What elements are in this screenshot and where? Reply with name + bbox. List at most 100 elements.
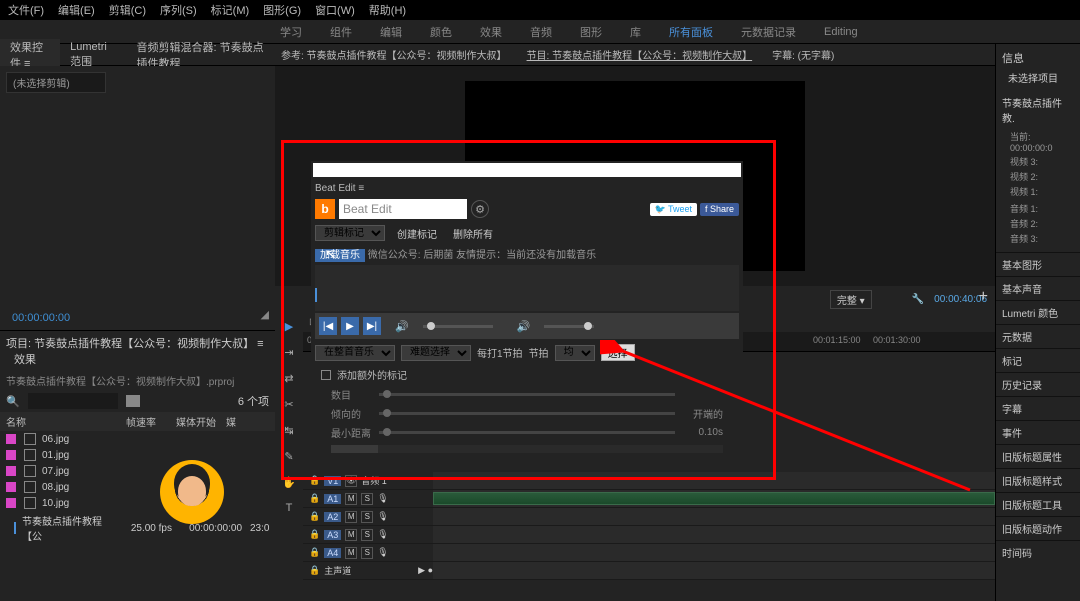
list-item[interactable]: 01.jpg (0, 447, 275, 463)
volume-icon[interactable]: 🔊 (395, 320, 409, 333)
track-master[interactable]: 🔒主声道▶ ● (303, 562, 995, 580)
load-music-button[interactable]: 加载音乐 (315, 249, 365, 262)
volume-slider[interactable] (423, 325, 493, 328)
volume-slider-2[interactable] (544, 325, 594, 328)
project-panel-tabs: 项目: 节奏鼓点插件教程【公众号：视频制作大叔】 ≡ 效果 (0, 330, 275, 371)
preview-bar (331, 445, 723, 453)
menu-graphics[interactable]: 图形(G) (263, 2, 301, 18)
mode-dropdown[interactable]: 均匀 (555, 345, 595, 361)
menu-window[interactable]: 窗口(W) (315, 2, 355, 18)
track-a3[interactable]: 🔒A3MS🎙 (303, 526, 995, 544)
ws-editing[interactable]: 编辑 (380, 24, 402, 40)
menu-edit[interactable]: 编辑(E) (58, 2, 95, 18)
type-tool[interactable]: T (281, 500, 297, 516)
tab-captions[interactable]: 字幕: (无字幕) (772, 47, 834, 62)
beat-name-input[interactable] (339, 199, 467, 219)
list-item[interactable]: 07.jpg (0, 463, 275, 479)
difficulty-dropdown[interactable]: 难题选择 (401, 345, 471, 361)
resize-icon[interactable]: ◢ (261, 308, 269, 328)
app-menubar: 文件(F) 编辑(E) 剪辑(C) 序列(S) 标记(M) 图形(G) 窗口(W… (0, 0, 1080, 20)
menu-marker[interactable]: 标记(M) (211, 2, 250, 18)
ws-library[interactable]: 库 (630, 24, 641, 40)
zoom-dropdown[interactable]: 完整 ▾ (830, 290, 872, 309)
source-timecode: 00:00:00:00 (6, 308, 76, 328)
play-button[interactable]: ▶ (341, 317, 359, 335)
add-track-icon[interactable]: + (979, 288, 988, 306)
beat-url-bar[interactable] (313, 163, 741, 177)
extra-markers-label: 添加额外的标记 (337, 367, 407, 382)
side-captions[interactable]: 字幕 (996, 396, 1080, 420)
settings-icon[interactable]: 🔧 (912, 294, 924, 305)
item-count: 6 个项 (238, 393, 269, 409)
side-legacy-styles[interactable]: 旧版标题样式 (996, 468, 1080, 492)
side-metadata[interactable]: 元数据 (996, 324, 1080, 348)
side-markers[interactable]: 标记 (996, 348, 1080, 372)
ws-learn[interactable]: 学习 (280, 24, 302, 40)
list-item[interactable]: 节奏鼓点插件教程【公25.00 fps00:00:00:0023:0 (0, 511, 275, 545)
menu-sequence[interactable]: 序列(S) (160, 2, 197, 18)
side-essential-sound[interactable]: 基本声音 (996, 276, 1080, 300)
fb-share-button[interactable]: f Share (700, 203, 739, 216)
select-button[interactable]: 选择 (601, 344, 635, 361)
track-a4[interactable]: 🔒A4MS🎙 (303, 544, 995, 562)
beat-waveform[interactable] (315, 265, 739, 311)
tab-reference-monitor[interactable]: 参考: 节奏鼓点插件教程【公众号：视频制作大叔】 (281, 47, 507, 62)
hint-text: 微信公众号: 后期菌 友情提示：当前还没有加载音乐 (368, 250, 596, 261)
project-item-list: 06.jpg 01.jpg 07.jpg 08.jpg 10.jpg 节奏鼓点插… (0, 431, 275, 601)
min-distance-slider[interactable] (379, 431, 675, 434)
extra-markers-checkbox[interactable] (321, 370, 331, 380)
list-item[interactable]: 06.jpg (0, 431, 275, 447)
bias-slider[interactable] (379, 412, 675, 415)
side-legacy-props[interactable]: 旧版标题属性 (996, 444, 1080, 468)
list-item[interactable]: 08.jpg (0, 479, 275, 495)
side-essential-graphics[interactable]: 基本图形 (996, 252, 1080, 276)
cursor-icon: ↖ (325, 246, 337, 263)
side-timecode[interactable]: 时间码 (996, 540, 1080, 564)
side-events[interactable]: 事件 (996, 420, 1080, 444)
tab-program-monitor[interactable]: 节目: 节奏鼓点插件教程【公众号：视频制作大叔】 (527, 47, 753, 62)
side-legacy-actions[interactable]: 旧版标题动作 (996, 516, 1080, 540)
ws-audio[interactable]: 音频 (530, 24, 552, 40)
tweet-button[interactable]: 🐦Tweet (650, 203, 697, 216)
create-markers-button[interactable]: 创建标记 (393, 226, 441, 241)
menu-file[interactable]: 文件(F) (8, 2, 44, 18)
count-slider[interactable] (379, 393, 675, 396)
no-clip-selected[interactable]: (未选择剪辑) (6, 72, 106, 93)
audio-clip[interactable] (433, 492, 995, 505)
project-search-input[interactable] (28, 393, 118, 409)
list-item[interactable]: 10.jpg (0, 495, 275, 511)
side-lumetri-color[interactable]: Lumetri 颜色 (996, 300, 1080, 324)
ws-metadata[interactable]: 元数据记录 (741, 24, 796, 40)
marker-type-dropdown[interactable]: 剪辑标记 (315, 225, 385, 241)
tab-effects-panel[interactable]: 效果 (14, 354, 36, 366)
folder-icon[interactable] (126, 395, 140, 407)
ws-color[interactable]: 颜色 (430, 24, 452, 40)
author-avatar (160, 460, 224, 524)
beat-edit-panel: Beat Edit ≡ b ⚙ 🐦Tweet f Share 剪辑标记 创建标记… (311, 161, 743, 471)
ws-editing-en[interactable]: Editing (824, 26, 858, 38)
ws-graphics[interactable]: 图形 (580, 24, 602, 40)
track-a2[interactable]: 🔒A2MS🎙 (303, 508, 995, 526)
info-no-selection: 未选择项目 (1008, 70, 1074, 85)
prev-button[interactable]: |◀ (319, 317, 337, 335)
left-column: 效果控件 ≡ Lumetri 范围 音频剪辑混合器: 节奏鼓点插件教程 (未选择… (0, 44, 275, 601)
search-icon[interactable]: 🔍 (6, 395, 20, 408)
gear-icon[interactable]: ⚙ (471, 200, 489, 218)
ws-assembly[interactable]: 组件 (330, 24, 352, 40)
scope-dropdown[interactable]: 在整首音乐 (315, 345, 395, 361)
info-section: 节奏鼓点插件教. (1002, 95, 1074, 125)
project-column-headers: 名称 帧速率 媒体开始 媒 (0, 412, 275, 431)
tab-project[interactable]: 项目: 节奏鼓点插件教程【公众号：视频制作大叔】 (6, 338, 254, 350)
ws-all-panels[interactable]: 所有面板 (669, 24, 713, 40)
beat-logo-icon: b (315, 199, 335, 219)
volume-icon-2[interactable]: 🔊 (517, 320, 531, 333)
ws-effects[interactable]: 效果 (480, 24, 502, 40)
side-history[interactable]: 历史记录 (996, 372, 1080, 396)
menu-clip[interactable]: 剪辑(C) (109, 2, 146, 18)
side-legacy-tools[interactable]: 旧版标题工具 (996, 492, 1080, 516)
tab-lumetri-scopes[interactable]: Lumetri 范围 (60, 41, 126, 69)
menu-help[interactable]: 帮助(H) (369, 2, 406, 18)
next-button[interactable]: ▶| (363, 317, 381, 335)
track-a1[interactable]: 🔒A1MS🎙 (303, 490, 995, 508)
clear-all-button[interactable]: 删除所有 (449, 226, 497, 241)
